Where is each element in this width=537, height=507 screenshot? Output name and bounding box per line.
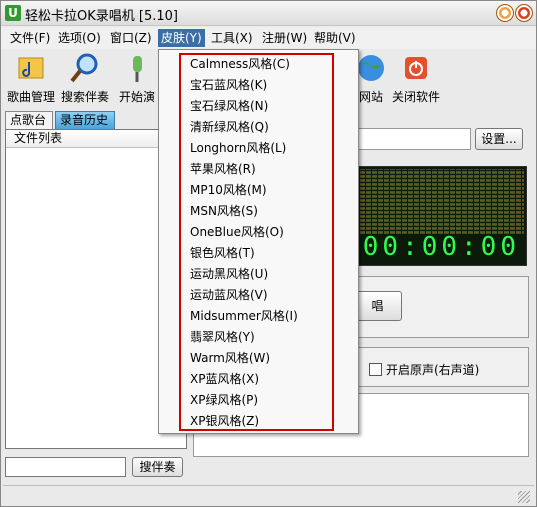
status-bar — [3, 485, 534, 505]
search-input[interactable] — [5, 457, 126, 477]
skin-option-silver[interactable]: 银色风格(T) — [190, 243, 255, 263]
skin-option-longhorn[interactable]: Longhorn风格(L) — [190, 138, 286, 158]
skin-option-jade[interactable]: 翡翠风格(Y) — [190, 327, 255, 347]
song-manage-button[interactable]: 歌曲管理 — [5, 52, 57, 105]
song-manage-label: 歌曲管理 — [6, 90, 55, 104]
close-button[interactable] — [515, 4, 533, 22]
menu-file[interactable]: 文件(F) — [7, 29, 53, 47]
skin-option-apple[interactable]: 苹果风格(R) — [190, 159, 256, 179]
website-label: 网站 — [358, 90, 383, 104]
title-bar: U 轻松卡拉OK录唱机 [5.10] — [1, 1, 536, 26]
power-icon — [400, 52, 432, 84]
menu-tools[interactable]: 工具(X) — [208, 29, 256, 47]
skin-option-oneblue[interactable]: OneBlue风格(O) — [190, 222, 284, 242]
original-voice-label: 开启原声(右声道) — [386, 363, 480, 377]
skin-option-sport-black[interactable]: 运动黑风格(U) — [190, 264, 268, 284]
skin-option-xp-blue[interactable]: XP蓝风格(X) — [190, 369, 259, 389]
song-manage-icon — [15, 52, 47, 84]
website-button[interactable]: 网站 — [355, 52, 387, 105]
menu-register[interactable]: 注册(W) — [259, 29, 310, 47]
microphone-icon — [121, 52, 153, 84]
search-accompaniment-button[interactable]: 搜索伴奏 — [59, 52, 111, 105]
skin-option-gem-green[interactable]: 宝石绿风格(N) — [190, 96, 268, 116]
skin-option-warm[interactable]: Warm风格(W) — [190, 348, 270, 368]
close-software-button[interactable]: 关闭软件 — [391, 52, 441, 105]
skin-option-midsummer[interactable]: Midsummer风格(I) — [190, 306, 298, 326]
skin-option-xp-silver[interactable]: XP银风格(Z) — [190, 411, 259, 431]
sing-button[interactable]: 唱 — [353, 291, 402, 321]
timer-display: 00:00:00 — [362, 232, 520, 262]
start-performance-button[interactable]: 开始演 — [115, 52, 159, 105]
minimize-button[interactable] — [496, 4, 514, 22]
skin-option-xp-green[interactable]: XP绿风格(P) — [190, 390, 258, 410]
original-voice-checkbox[interactable] — [369, 363, 382, 376]
settings-path-field[interactable] — [341, 128, 471, 150]
window-title: 轻松卡拉OK录唱机 [5.10] — [25, 9, 178, 24]
globe-icon — [355, 52, 387, 84]
resize-grip-icon[interactable] — [518, 491, 530, 503]
skin-option-gem-blue[interactable]: 宝石蓝风格(K) — [190, 75, 267, 95]
tab-song-request[interactable]: 点歌台 — [5, 111, 53, 129]
search-accompaniment-small-button[interactable]: 搜伴奏 — [132, 457, 183, 477]
skin-option-mp10[interactable]: MP10风格(M) — [190, 180, 267, 200]
menu-help[interactable]: 帮助(V) — [311, 29, 359, 47]
magnifier-icon — [69, 52, 101, 84]
tab-recording-history[interactable]: 录音历史 — [55, 111, 115, 129]
app-icon: U — [5, 5, 21, 21]
spectrum-bars — [344, 169, 524, 235]
menu-window[interactable]: 窗口(Z) — [107, 29, 155, 47]
skin-option-fresh-green[interactable]: 清新绿风格(Q) — [190, 117, 269, 137]
spectrum-visualizer: 00:00:00 — [341, 166, 527, 266]
skin-option-sport-blue[interactable]: 运动蓝风格(V) — [190, 285, 268, 305]
menu-skin[interactable]: 皮肤(Y) — [158, 29, 205, 47]
skin-dropdown-menu: Calmness风格(C) 宝石蓝风格(K) 宝石绿风格(N) 清新绿风格(Q)… — [158, 49, 359, 434]
search-accompaniment-label: 搜索伴奏 — [60, 90, 109, 104]
menu-options[interactable]: 选项(O) — [55, 29, 104, 47]
skin-option-calmness[interactable]: Calmness风格(C) — [190, 54, 290, 74]
menu-bar: 文件(F) 选项(O) 窗口(Z) 皮肤(Y) 工具(X) 注册(W) 帮助(V… — [1, 27, 536, 49]
start-performance-label: 开始演 — [118, 90, 155, 104]
skin-option-msn[interactable]: MSN风格(S) — [190, 201, 258, 221]
close-software-label: 关闭软件 — [391, 90, 440, 104]
settings-button[interactable]: 设置... — [475, 128, 523, 150]
app-window: U 轻松卡拉OK录唱机 [5.10] 文件(F) 选项(O) 窗口(Z) 皮肤(… — [0, 0, 537, 507]
